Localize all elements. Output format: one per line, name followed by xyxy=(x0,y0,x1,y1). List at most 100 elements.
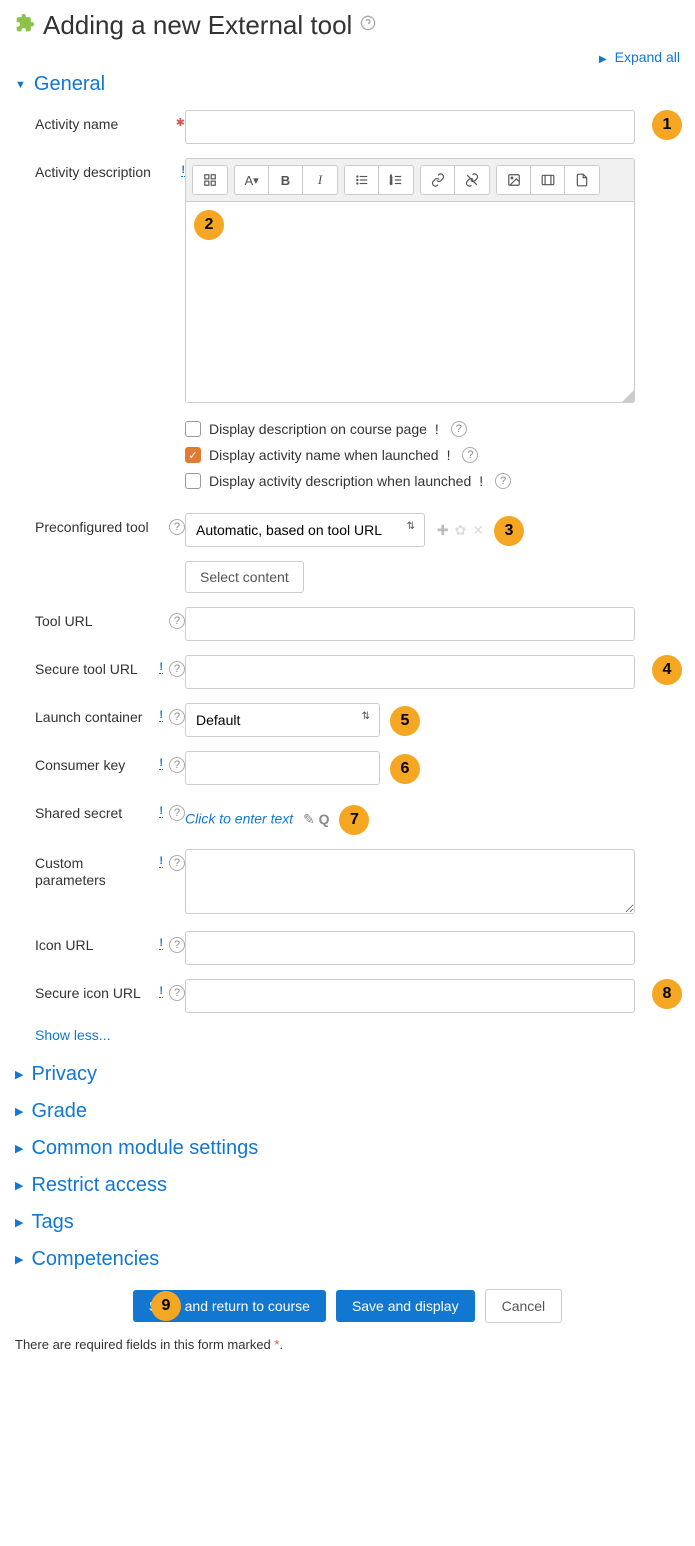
required-icon: ✱ xyxy=(176,116,185,129)
checkbox-display-desc-launch[interactable] xyxy=(185,473,201,489)
label-icon-url: Icon URL ! ? xyxy=(15,931,185,954)
consumer-key-input[interactable] xyxy=(185,751,380,785)
info-icon[interactable]: ! xyxy=(159,805,163,818)
secure-icon-url-input[interactable] xyxy=(185,979,635,1013)
delete-tool-icon[interactable]: ✕ xyxy=(472,522,484,539)
show-less-link[interactable]: Show less... xyxy=(35,1027,110,1043)
select-content-button[interactable]: Select content xyxy=(185,561,304,593)
secure-tool-url-input[interactable] xyxy=(185,655,635,689)
section-grade-label: Grade xyxy=(31,1100,87,1123)
editor-content-area[interactable]: 2 xyxy=(186,202,634,402)
font-size-icon[interactable]: A▾ xyxy=(235,166,269,194)
page-title: Adding a new External tool xyxy=(15,10,680,41)
page-title-text: Adding a new External tool xyxy=(43,10,352,41)
add-tool-icon[interactable]: ✚ xyxy=(437,522,449,539)
label-custom-parameters: Custom parameters ! ? xyxy=(15,849,185,889)
help-icon[interactable]: ? xyxy=(169,855,185,871)
section-grade[interactable]: ▶ Grade xyxy=(15,1100,680,1123)
help-icon[interactable]: ? xyxy=(169,757,185,773)
label-activity-description: Activity description ! xyxy=(15,158,185,181)
info-icon[interactable]: ! xyxy=(447,447,451,463)
checkbox-display-name-launch[interactable]: ✓ xyxy=(185,447,201,463)
section-general[interactable]: ▼ General xyxy=(15,73,680,96)
chevron-right-icon: ▶ xyxy=(15,1142,23,1155)
puzzle-icon xyxy=(15,13,35,39)
image-icon[interactable] xyxy=(497,166,531,194)
label-display-name-launch: Display activity name when launched xyxy=(209,447,439,463)
info-icon[interactable]: ! xyxy=(159,985,163,998)
magnify-icon[interactable]: Q xyxy=(319,811,330,827)
icon-url-input[interactable] xyxy=(185,931,635,965)
help-icon[interactable]: ? xyxy=(169,805,185,821)
launch-container-select[interactable]: Default xyxy=(185,703,380,737)
rich-text-editor: A▾ B I 123 2 xyxy=(185,158,635,403)
label-preconfigured-tool: Preconfigured tool ? xyxy=(15,513,185,536)
section-competencies-label: Competencies xyxy=(31,1248,159,1271)
info-icon[interactable]: ! xyxy=(159,937,163,950)
cancel-button[interactable]: Cancel xyxy=(485,1289,563,1323)
expand-all-link[interactable]: ▶ Expand all xyxy=(15,49,680,65)
help-icon[interactable]: ? xyxy=(451,421,467,437)
shared-secret-link[interactable]: Click to enter text xyxy=(185,811,293,827)
chevron-right-icon: ▶ xyxy=(15,1216,23,1229)
number-list-icon[interactable]: 123 xyxy=(379,166,413,194)
help-icon[interactable]: ? xyxy=(169,937,185,953)
files-icon[interactable] xyxy=(565,166,599,194)
help-icon[interactable]: ? xyxy=(169,661,185,677)
section-tags-label: Tags xyxy=(31,1211,73,1234)
custom-parameters-input[interactable] xyxy=(185,849,635,914)
media-icon[interactable] xyxy=(531,166,565,194)
label-display-desc-launch: Display activity description when launch… xyxy=(209,473,471,489)
help-icon[interactable]: ? xyxy=(169,519,185,535)
save-display-button[interactable]: Save and display xyxy=(336,1290,475,1322)
chevron-right-icon: ▶ xyxy=(15,1068,23,1081)
info-icon[interactable]: ! xyxy=(479,473,483,489)
label-shared-secret: Shared secret ! ? xyxy=(15,799,185,822)
tool-url-input[interactable] xyxy=(185,607,635,641)
chevron-right-icon: ▶ xyxy=(15,1179,23,1192)
edit-tool-icon[interactable]: ✿ xyxy=(455,522,467,539)
checkbox-display-desc-course[interactable] xyxy=(185,421,201,437)
help-icon[interactable]: ? xyxy=(495,473,511,489)
section-tags[interactable]: ▶ Tags xyxy=(15,1211,680,1234)
unlink-icon[interactable] xyxy=(455,166,489,194)
info-icon[interactable]: ! xyxy=(159,855,163,868)
help-icon[interactable]: ? xyxy=(169,709,185,725)
help-icon[interactable]: ? xyxy=(169,985,185,1001)
bold-icon[interactable]: B xyxy=(269,166,303,194)
section-common[interactable]: ▶ Common module settings xyxy=(15,1137,680,1160)
preconfigured-tool-select[interactable]: Automatic, based on tool URL xyxy=(185,513,425,547)
help-icon[interactable]: ? xyxy=(462,447,478,463)
italic-icon[interactable]: I xyxy=(303,166,337,194)
resize-handle-icon[interactable] xyxy=(622,390,634,402)
chevron-right-icon: ▶ xyxy=(599,54,607,65)
section-restrict[interactable]: ▶ Restrict access xyxy=(15,1174,680,1197)
svg-text:3: 3 xyxy=(390,182,392,186)
help-icon[interactable]: ? xyxy=(169,613,185,629)
label-tool-url: Tool URL ? xyxy=(15,607,185,630)
bullet-list-icon[interactable] xyxy=(345,166,379,194)
callout-4: 4 xyxy=(652,655,682,685)
info-icon[interactable]: ! xyxy=(435,421,439,437)
callout-3: 3 xyxy=(494,516,524,546)
pencil-icon[interactable]: ✎ xyxy=(303,811,315,827)
section-competencies[interactable]: ▶ Competencies xyxy=(15,1248,680,1271)
chevron-right-icon: ▶ xyxy=(15,1105,23,1118)
info-icon[interactable]: ! xyxy=(159,661,163,674)
label-launch-container: Launch container ! ? xyxy=(15,703,185,726)
link-icon[interactable] xyxy=(421,166,455,194)
callout-1: 1 xyxy=(652,110,682,140)
info-icon[interactable]: ! xyxy=(159,757,163,770)
section-restrict-label: Restrict access xyxy=(31,1174,167,1197)
section-common-label: Common module settings xyxy=(31,1137,258,1160)
label-display-desc-course: Display description on course page xyxy=(209,421,427,437)
label-secure-icon-url: Secure icon URL ! ? xyxy=(15,979,185,1002)
section-privacy[interactable]: ▶ Privacy xyxy=(15,1063,680,1086)
activity-name-input[interactable] xyxy=(185,110,635,144)
section-privacy-label: Privacy xyxy=(31,1063,97,1086)
callout-5: 5 xyxy=(390,706,420,736)
info-icon[interactable]: ! xyxy=(159,709,163,722)
toolbar-expand-icon[interactable] xyxy=(193,166,227,194)
help-icon[interactable] xyxy=(360,15,376,36)
callout-2: 2 xyxy=(194,210,224,240)
